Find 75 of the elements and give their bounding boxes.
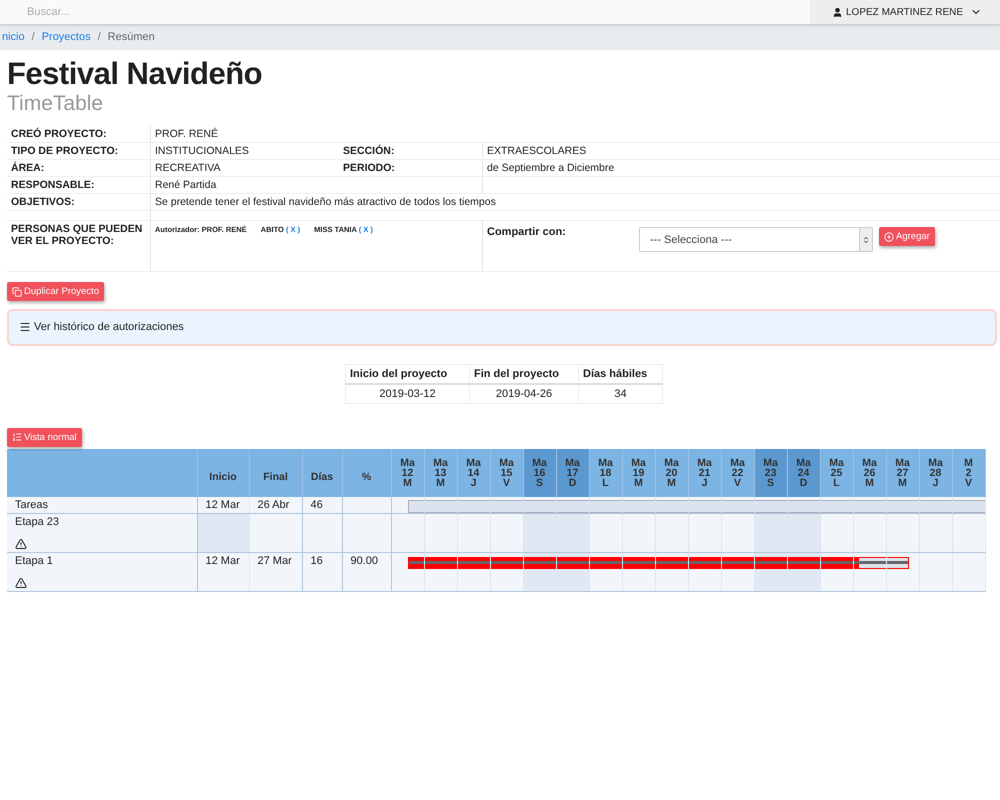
day-header: Ma 22 V (721, 449, 754, 497)
day-header: Ma 20 M (655, 449, 688, 497)
table-cell-text: 46 (310, 499, 324, 511)
summary-header: Fin del proyecto (470, 364, 578, 384)
breadcrumb-link[interactable]: nicio (2, 31, 25, 43)
field-value: INSTITUCIONALES (150, 142, 339, 160)
summary-header: Inicio del proyecto (346, 364, 470, 384)
day-header: Ma 19 M (622, 449, 655, 497)
table-cell-text: 16 (310, 555, 324, 567)
task-name: Tareas (15, 499, 50, 511)
breadcrumb-link[interactable]: Proyectos (42, 31, 91, 43)
search-field[interactable]: Buscar... (0, 0, 810, 24)
field-label: CREÓ PROYECTO: (7, 126, 150, 142)
list-icon (12, 432, 22, 442)
field-value: RECREATIVA (150, 160, 339, 176)
day-header: Ma 12 M (391, 449, 424, 497)
add-button[interactable]: Agregar (879, 227, 935, 246)
field-label: ÁREA: (7, 160, 150, 176)
column-header: % (342, 449, 391, 497)
breadcrumb-separator: / (98, 31, 101, 43)
day-header: Ma 15 V (490, 449, 523, 497)
day-header: Ma 27 M (886, 449, 919, 497)
menu-icon (19, 321, 31, 333)
summary-header: Días hábiles (578, 364, 662, 384)
field-value: EXTRAESCOLARES (482, 142, 1000, 160)
page-subtitle: TimeTable (7, 92, 104, 116)
day-header: Ma 16 S (523, 449, 556, 497)
table-cell-text: 12 Mar (206, 555, 241, 567)
day-header: Ma 23 S (754, 449, 787, 497)
user-menu[interactable]: LOPEZ MARTINEZ RENE (810, 0, 1000, 24)
share-label: Compartir con: (487, 225, 567, 238)
day-header: Ma 13 M (424, 449, 457, 497)
day-header: Ma 17 D (556, 449, 589, 497)
field-label: RESPONSABLE: (7, 176, 150, 194)
search-input[interactable]: Buscar... (27, 6, 227, 18)
field-label: PERSONAS QUE PUEDEN VER EL PROYECTO: (7, 220, 150, 272)
share-select[interactable]: --- Selecciona --- (639, 227, 873, 252)
history-toggle[interactable]: Ver histórico de autorizaciones (7, 308, 997, 346)
field-label: TIPO DE PROYECTO: (7, 142, 150, 160)
task-name: Etapa 1 (15, 555, 54, 567)
summary-cell: 34 (578, 384, 662, 403)
table-cell-text: 27 Mar (258, 555, 293, 567)
dropdown-arrow-icon (862, 236, 870, 244)
field-label: PERIODO: (339, 160, 482, 176)
summary-cell: 2019-04-26 (470, 384, 578, 403)
column-header: Final (249, 449, 302, 497)
field-value: PROF. RENÉ (150, 126, 1000, 142)
day-header: Ma 18 L (589, 449, 622, 497)
plus-icon (884, 232, 894, 242)
duplicate-button[interactable]: Duplicar Proyecto (7, 282, 104, 301)
field-label: OBJETIVOS: (7, 194, 150, 210)
user-icon (832, 6, 843, 18)
column-header: Inicio (197, 449, 249, 497)
breadcrumb-separator: / (32, 31, 35, 43)
table-cell-text: 90.00 (350, 555, 380, 567)
day-header: Ma 26 M (853, 449, 886, 497)
task-name: Etapa 23 (15, 516, 60, 528)
page-title: Festival Navideño (7, 56, 264, 92)
day-header: Ma 24 D (787, 449, 820, 497)
day-header: M 2 V (952, 449, 985, 497)
summary-cell: 2019-03-12 (346, 384, 470, 403)
copy-icon (12, 286, 22, 296)
day-header: Ma 21 J (688, 449, 721, 497)
day-header: Ma 25 L (820, 449, 853, 497)
table-cell-text: 26 Abr (258, 499, 290, 511)
field-value: de Septiembre a Diciembre (482, 160, 1000, 176)
table-cell-text: 12 Mar (206, 499, 241, 511)
day-header: Ma 28 J (919, 449, 952, 497)
view-button[interactable]: Vista normal (7, 428, 82, 446)
field-value: René Partida (150, 176, 339, 194)
field-value: Se pretende tener el festival navideño más atractivo de todos los tiempos (150, 194, 1000, 210)
field-label: SECCIÓN: (339, 142, 482, 160)
column-header: Días (302, 449, 342, 497)
day-header: Ma 14 J (457, 449, 490, 497)
current-page-label: Resúmen (108, 31, 155, 43)
